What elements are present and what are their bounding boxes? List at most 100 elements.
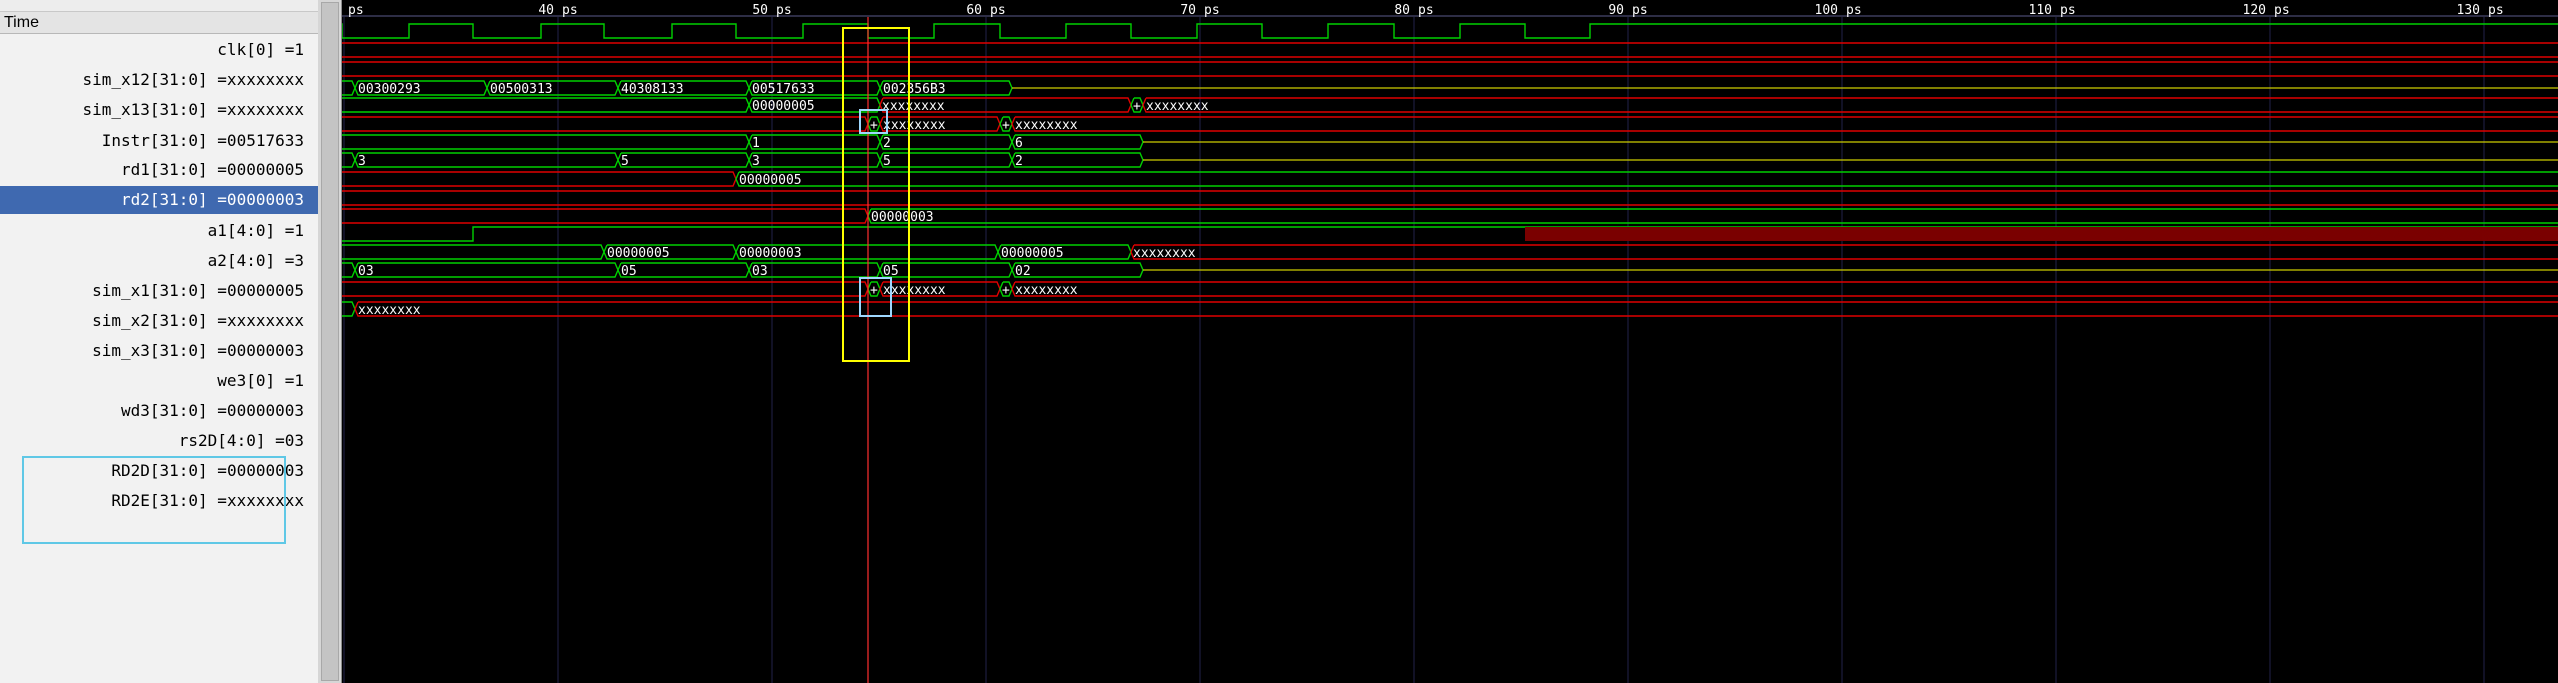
value-label: 1	[752, 136, 760, 151]
value-label: +	[1002, 283, 1010, 298]
value-label: +	[1133, 99, 1141, 114]
value-label: xxxxxxxx	[1133, 246, 1196, 261]
scrollbar-thumb[interactable]	[321, 2, 339, 681]
value-label: xxxxxxxx	[882, 99, 945, 114]
rs2d-bus-segment	[1011, 262, 1144, 278]
time-tick-label: ps	[1632, 3, 1648, 18]
signal-name-row[interactable]: we3[0] =1	[0, 367, 318, 395]
waveform-panel[interactable]: ps 40 ps 50 ps 60 ps 70 ps 80 ps 90 ps 100 ps 110 ps 120 p…	[342, 0, 2558, 683]
value-label: 5	[883, 154, 891, 169]
panel-top-strip	[0, 0, 318, 12]
vertical-scrollbar[interactable]	[318, 0, 342, 683]
a2-bus-segment	[879, 152, 1013, 168]
time-tick-label: 110	[2029, 3, 2052, 18]
value-label: 2	[883, 136, 891, 151]
time-tick-label: ps	[2274, 3, 2290, 18]
signal-name-row[interactable]: Instr[31:0] =00517633	[0, 127, 318, 155]
signal-name-panel: Time clk[0] =1 sim_x12[31:0] =xxxxxxxx sim…	[0, 0, 319, 683]
rd2-bus-segment	[1011, 116, 2558, 132]
time-tick-label: 40	[538, 3, 554, 18]
wd3-bus-segment	[1130, 244, 2558, 260]
time-tick-label: ps	[1418, 3, 1434, 18]
time-tick-label: ps	[562, 3, 578, 18]
signal-name-row[interactable]: a1[4:0] =1	[0, 217, 318, 245]
value-label: +	[870, 118, 878, 133]
time-tick-label: 130	[2457, 3, 2480, 18]
rd2d-bus-segment	[1011, 281, 2558, 297]
rs2d-bus-segment	[748, 262, 881, 278]
a2-bus-segment	[617, 152, 750, 168]
signal-name-row[interactable]: RD2E[31:0] =xxxxxxxx	[0, 487, 318, 515]
signal-name-row[interactable]: sim_x13[31:0] =xxxxxxxx	[0, 96, 318, 124]
value-label: 3	[358, 154, 366, 169]
a2-bus-segment	[1011, 152, 1144, 168]
value-label: 00300293	[358, 82, 421, 97]
sim-x2-bus-segment	[342, 190, 2558, 206]
rs2d-bus-segment	[354, 262, 619, 278]
value-label: 40308133	[621, 82, 684, 97]
signal-name-row[interactable]: wd3[31:0] =00000003	[0, 397, 318, 425]
a1-bus-segment	[1011, 134, 1144, 150]
signal-name-row[interactable]: clk[0] =1	[0, 36, 318, 64]
rd1-bus-segment	[1142, 97, 2558, 113]
time-tick-label: 80	[1394, 3, 1410, 18]
signal-name-row[interactable]: sim_x3[31:0] =00000003	[0, 337, 318, 365]
rs2d-bus-segment	[879, 262, 1013, 278]
value-label: 00000005	[607, 246, 670, 261]
sim-x13-bus-segment	[342, 61, 2558, 77]
time-tick-label: 100	[1815, 3, 1838, 18]
waveform-canvas[interactable]: ps 40 ps 50 ps 60 ps 70 ps 80 ps 90 ps 100 ps 110 ps 120 p…	[342, 0, 2558, 683]
value-label: +	[870, 283, 878, 298]
wd3-bus-segment	[342, 244, 605, 260]
time-tick-label: ps	[2488, 3, 2504, 18]
value-label: xxxxxxxx	[358, 303, 421, 318]
rd2-bus-segment	[342, 116, 869, 132]
clk-waveform	[342, 23, 2558, 39]
rd2d-bus-segment	[342, 281, 869, 297]
time-tick-label: ps	[1204, 3, 1220, 18]
signal-name-row[interactable]: rs2D[4:0] =03	[0, 427, 318, 455]
signal-name-row[interactable]: rd1[31:0] =00000005	[0, 156, 318, 184]
value-label: 00000005	[739, 173, 802, 188]
waveform-viewer: Time clk[0] =1 sim_x12[31:0] =xxxxxxxx sim…	[0, 0, 2558, 683]
a2-bus-segment	[748, 152, 881, 168]
signal-name-row[interactable]: RD2D[31:0] =00000003	[0, 457, 318, 485]
value-label: +	[1002, 118, 1010, 133]
value-label: 00000003	[871, 210, 934, 225]
a1-bus-segment	[342, 134, 750, 150]
time-tick-label: ps	[2060, 3, 2076, 18]
value-label: xxxxxxxx	[1015, 283, 1078, 298]
value-label: 00500313	[490, 82, 553, 97]
rd1-bus-segment	[342, 97, 750, 113]
value-label: 5	[621, 154, 629, 169]
value-label: 002356B3	[883, 82, 946, 97]
value-label: 00000003	[739, 246, 802, 261]
sim-x1-bus-segment	[342, 171, 737, 187]
time-tick-label: 70	[1180, 3, 1196, 18]
value-label: 00517633	[752, 82, 815, 97]
time-tick-label: ps	[776, 3, 792, 18]
time-tick-label: 60	[966, 3, 982, 18]
value-label: 2	[1015, 154, 1023, 169]
sim-x3-bus-segment	[867, 208, 2558, 224]
signal-name-row[interactable]: sim_x12[31:0] =xxxxxxxx	[0, 66, 318, 94]
value-label: 05	[883, 264, 899, 279]
sim-x12-bus-segment	[342, 42, 2558, 58]
value-label: xxxxxxxx	[1015, 118, 1078, 133]
time-tick-label: ps	[1846, 3, 1862, 18]
a1-bus-segment	[748, 134, 881, 150]
time-tick-label: 120	[2243, 3, 2266, 18]
a1-bus-segment	[879, 134, 1013, 150]
signal-name-row[interactable]: rd2[31:0] =00000003	[0, 186, 318, 214]
value-label: 00000005	[1001, 246, 1064, 261]
time-tick-label: ps	[990, 3, 1006, 18]
signal-name-row[interactable]: sim_x2[31:0] =xxxxxxxx	[0, 307, 318, 335]
value-label: 6	[1015, 136, 1023, 151]
time-column-header: Time	[0, 12, 318, 34]
value-label: 00000005	[752, 99, 815, 114]
signal-name-row[interactable]: a2[4:0] =3	[0, 247, 318, 275]
rd2e-bus-segment	[354, 301, 2558, 317]
yellow-highlight-box	[842, 27, 910, 362]
signal-name-row[interactable]: sim_x1[31:0] =00000005	[0, 277, 318, 305]
value-label: xxxxxxxx	[883, 118, 946, 133]
